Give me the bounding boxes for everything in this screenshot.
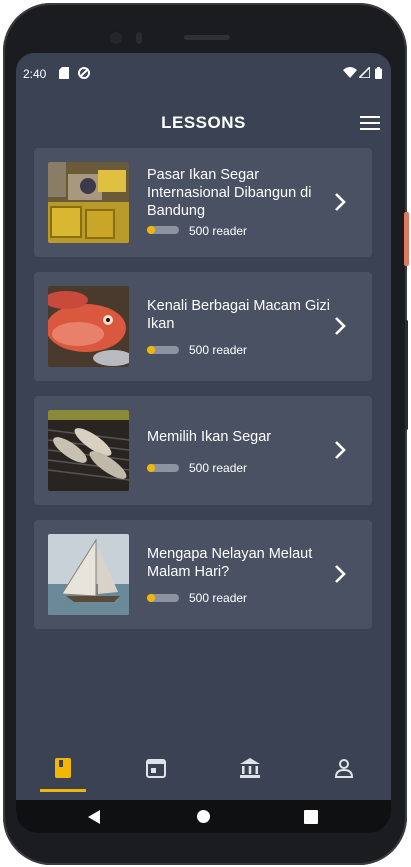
hamburger-menu-icon[interactable] xyxy=(360,115,380,131)
page-title: LESSONS xyxy=(161,113,246,132)
volume-button[interactable] xyxy=(405,320,408,430)
progress-fill xyxy=(147,594,155,602)
calendar-icon[interactable] xyxy=(144,756,168,780)
lesson-thumbnail-sailboat xyxy=(48,534,129,615)
lesson-card-2[interactable]: Kenali Berbagai Macam Gizi Ikan 500 read… xyxy=(34,272,372,381)
wifi-icon xyxy=(343,67,357,78)
lesson-progress-bar xyxy=(147,464,179,472)
lesson-thumbnail-grilled-fish xyxy=(48,410,129,491)
app-screen: 2:40 LESSONS Pasar Ikan Segar Internasio… xyxy=(16,53,391,833)
lesson-card-3[interactable]: Memilih Ikan Segar 500 reader xyxy=(34,396,372,505)
signal-icon xyxy=(359,67,370,78)
lesson-card-1[interactable]: Pasar Ikan Segar Internasional Dibangun … xyxy=(34,148,372,257)
system-navigation-bar xyxy=(16,800,391,833)
lesson-card-4[interactable]: Mengapa Nelayan Melaut Malam Hari? 500 r… xyxy=(34,520,372,629)
reader-count: 500 reader xyxy=(189,224,248,238)
reader-count: 500 reader xyxy=(189,461,248,475)
chevron-right-icon[interactable] xyxy=(332,563,348,585)
back-icon[interactable] xyxy=(87,809,101,825)
reader-count: 500 reader xyxy=(189,343,248,357)
lesson-title: Kenali Berbagai Macam Gizi Ikan xyxy=(147,298,330,332)
status-time: 2:40 xyxy=(23,67,47,81)
lesson-progress-bar xyxy=(147,226,179,234)
reader-count: 500 reader xyxy=(189,591,248,605)
battery-icon xyxy=(375,67,382,79)
bottom-navigation xyxy=(16,746,391,801)
lesson-title: Mengapa Nelayan Melaut Malam Hari? xyxy=(147,546,313,580)
progress-fill xyxy=(147,226,155,234)
recents-icon[interactable] xyxy=(304,810,318,824)
chevron-right-icon[interactable] xyxy=(332,315,348,337)
chevron-right-icon[interactable] xyxy=(332,191,348,213)
chevron-right-icon[interactable] xyxy=(332,439,348,461)
home-icon[interactable] xyxy=(196,809,211,824)
earpiece-speaker xyxy=(184,35,230,40)
book-icon[interactable] xyxy=(51,756,75,780)
lesson-progress-bar xyxy=(147,594,179,602)
lesson-thumbnail-fish xyxy=(48,286,129,367)
power-button[interactable] xyxy=(404,212,409,266)
lesson-title: Pasar Ikan Segar Internasional Dibangun … xyxy=(147,167,312,219)
progress-fill xyxy=(147,464,155,472)
progress-fill xyxy=(147,346,155,354)
person-icon[interactable] xyxy=(332,756,356,780)
lesson-thumbnail-fish-market xyxy=(48,162,129,243)
sync-icon xyxy=(78,67,90,79)
lesson-title: Memilih Ikan Segar xyxy=(147,429,272,445)
bank-icon[interactable] xyxy=(238,756,262,780)
lesson-progress-bar xyxy=(147,346,179,354)
proximity-sensor xyxy=(136,32,142,44)
sd-card-icon xyxy=(59,67,69,79)
status-bar: 2:40 xyxy=(16,53,391,95)
front-camera xyxy=(107,29,125,47)
active-tab-indicator xyxy=(40,789,86,792)
